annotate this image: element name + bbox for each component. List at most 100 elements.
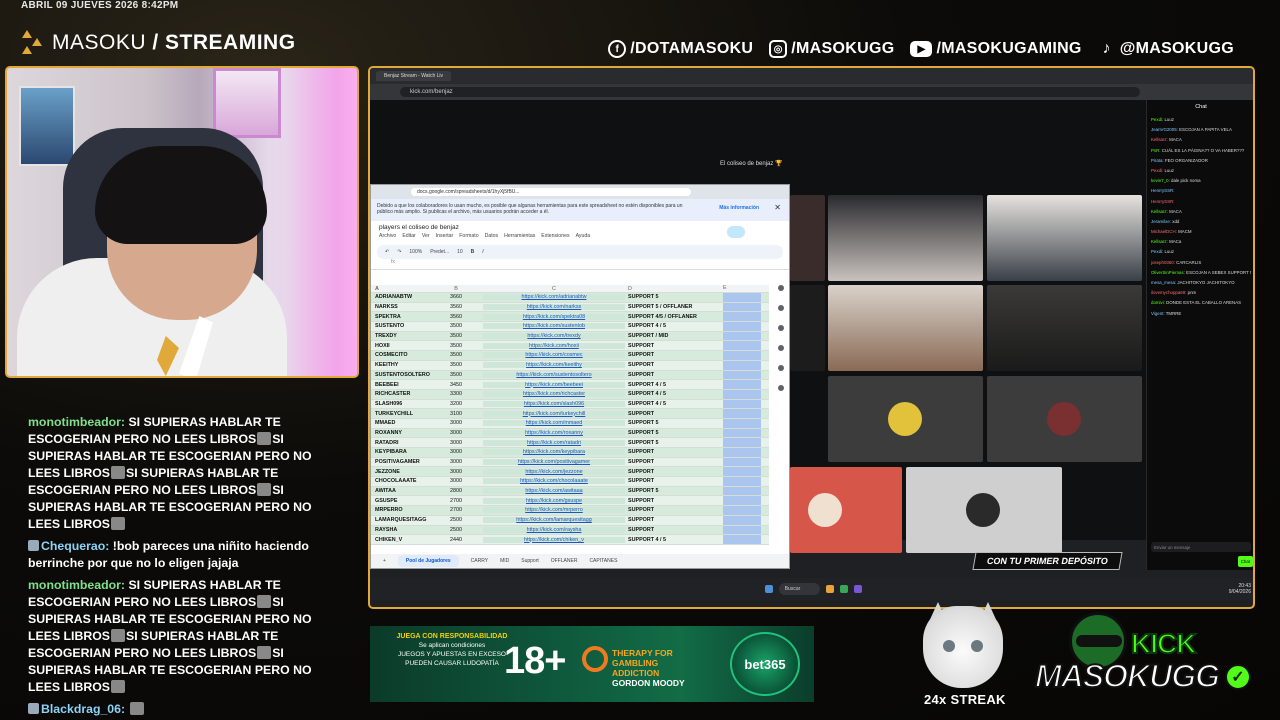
table-cell[interactable]: 3500	[429, 362, 483, 368]
calendar-icon[interactable]	[778, 285, 784, 291]
table-cell[interactable]: SUPPORT 4 / 5	[625, 391, 723, 397]
zoom-select[interactable]: 100%	[409, 249, 422, 255]
table-cell[interactable]	[723, 438, 761, 447]
keep-icon[interactable]	[778, 305, 784, 311]
table-cell[interactable]: SUPPORT 5	[625, 488, 723, 494]
table-cell[interactable]: SUPPORT	[625, 517, 723, 523]
table-cell[interactable]	[723, 312, 761, 322]
explorer-icon[interactable]	[826, 585, 835, 593]
table-cell[interactable]: 3000	[429, 478, 483, 484]
chrome-icon[interactable]	[840, 585, 849, 593]
table-cell[interactable]: POSITIVAGAMER	[371, 459, 429, 465]
table-cell[interactable]: SUPPORT	[625, 478, 723, 484]
table-cell[interactable]: 3000	[429, 459, 483, 465]
table-cell[interactable]: SUPPORT	[625, 507, 723, 513]
table-cell[interactable]: SUPPORT 4 / 5	[625, 382, 723, 388]
tab-support[interactable]: Support	[521, 558, 539, 564]
table-cell[interactable]	[723, 360, 761, 370]
taskbar-search[interactable]: Buscar	[778, 583, 821, 595]
table-cell[interactable]: SUPPORT 4/5 / OFFLANER	[625, 314, 723, 320]
add-icon[interactable]	[778, 385, 784, 391]
table-cell[interactable]: https://kick.com/mmaed	[483, 420, 625, 427]
table-cell[interactable]: 2800	[429, 488, 483, 494]
table-cell[interactable]	[723, 525, 761, 535]
table-cell[interactable]: https://kick.com/awitaaa	[483, 488, 625, 495]
table-cell[interactable]: 3500	[429, 343, 483, 349]
table-cell[interactable]: https://kick.com/spektra08	[483, 313, 625, 320]
contacts-icon[interactable]	[778, 345, 784, 351]
table-cell[interactable]: https://kick.com/turkeychill	[483, 410, 625, 417]
table-cell[interactable]: 3660	[429, 294, 483, 300]
table-cell[interactable]	[723, 380, 761, 389]
formula-bar[interactable]: fx	[371, 259, 789, 270]
table-cell[interactable]: https://kick.com/keeithy	[483, 362, 625, 369]
table-cell[interactable]: SUPPORT 5	[625, 294, 723, 300]
table-cell[interactable]: https://kick.com/sustentosoltero	[483, 371, 625, 378]
tab-mid[interactable]: MID	[500, 558, 509, 564]
table-cell[interactable]: SUPPORT 4 / 5	[625, 323, 723, 329]
close-icon[interactable]: ✕	[774, 203, 781, 212]
table-cell[interactable]	[723, 370, 761, 380]
table-cell[interactable]: GSUSPE	[371, 498, 429, 504]
table-cell[interactable]: 3300	[429, 391, 483, 397]
table-cell[interactable]: https://kick.com/gsuspe	[483, 497, 625, 504]
table-cell[interactable]: AWITAA	[371, 488, 429, 494]
table-cell[interactable]: SUPPORT	[625, 459, 723, 465]
table-cell[interactable]: CHOCOLAAATE	[371, 478, 429, 484]
table-cell[interactable]: SUPPORT 4 / 5	[625, 537, 723, 543]
table-cell[interactable]	[723, 341, 761, 351]
table-cell[interactable]: SUPPORT / MID	[625, 333, 723, 339]
table-cell[interactable]: 3500	[429, 333, 483, 339]
table-cell[interactable]: SUPPORT	[625, 469, 723, 475]
table-cell[interactable]: RAYSHA	[371, 527, 429, 533]
browser-tab[interactable]: Benjaz Stream - Watch Liv	[376, 71, 452, 81]
table-cell[interactable]: https://kick.com/positivagamer	[483, 459, 625, 466]
table-cell[interactable]: SUSTENTO	[371, 323, 429, 329]
table-cell[interactable]: RATADRI	[371, 440, 429, 446]
table-cell[interactable]: 3560	[429, 304, 483, 310]
table-cell[interactable]: SUPPORT 4 / 5	[625, 401, 723, 407]
table-cell[interactable]: https://kick.com/jezzone	[483, 468, 625, 475]
bold-icon[interactable]: B	[471, 249, 475, 255]
menu-format[interactable]: Formato	[459, 233, 478, 239]
table-cell[interactable]: BEEBEEI	[371, 382, 429, 388]
table-cell[interactable]	[723, 389, 761, 399]
menu-file[interactable]: Archivo	[379, 233, 396, 239]
font-size-input[interactable]: 10	[457, 249, 463, 255]
sheet-title[interactable]: players el coliseo de benjaz	[379, 224, 781, 231]
table-cell[interactable]	[723, 351, 761, 360]
undo-icon[interactable]: ↶	[385, 249, 389, 255]
menu-tools[interactable]: Herramientas	[504, 233, 535, 239]
table-cell[interactable]: https://kick.com/raysha	[483, 526, 625, 533]
table-cell[interactable]	[723, 467, 761, 477]
table-cell[interactable]: https://kick.com/roxanny	[483, 429, 625, 436]
sheet-url[interactable]: docs.google.com/spreadsheets/d/1hyXj5fBU…	[411, 188, 691, 196]
table-cell[interactable]: HOXII	[371, 343, 429, 349]
table-cell[interactable]: SUPPORT 5 / OFFLANER	[625, 304, 723, 310]
table-cell[interactable]: 3500	[429, 352, 483, 358]
table-cell[interactable]	[723, 515, 761, 525]
table-cell[interactable]	[723, 535, 761, 544]
table-cell[interactable]: https://kick.com/narkss	[483, 304, 625, 311]
table-cell[interactable]: JEZZONE	[371, 469, 429, 475]
table-cell[interactable]: SUPPORT	[625, 362, 723, 368]
table-cell[interactable]: TURKEYCHILL	[371, 411, 429, 417]
table-cell[interactable]: https://kick.com/mrperro	[483, 507, 625, 514]
table-cell[interactable]: ADRIANABTW	[371, 294, 429, 300]
table-cell[interactable]	[723, 496, 761, 506]
table-cell[interactable]: https://kick.com/hoxii	[483, 342, 625, 349]
table-cell[interactable]: 3000	[429, 430, 483, 436]
table-cell[interactable]: NARKSS	[371, 304, 429, 310]
table-cell[interactable]: 3200	[429, 401, 483, 407]
table-cell[interactable]: https://kick.com/keypibara	[483, 449, 625, 456]
table-cell[interactable]: SUPPORT 5	[625, 430, 723, 436]
discord-icon[interactable]	[854, 585, 863, 593]
table-cell[interactable]: TREXDY	[371, 333, 429, 339]
table-cell[interactable]: MMAED	[371, 420, 429, 426]
table-cell[interactable]: SUPPORT	[625, 498, 723, 504]
deposit-banner[interactable]: CON TU PRIMER DEPÓSITO	[972, 552, 1123, 570]
table-cell[interactable]: 2700	[429, 498, 483, 504]
table-cell[interactable]: RICHCASTER	[371, 391, 429, 397]
table-cell[interactable]	[723, 428, 761, 438]
table-cell[interactable]: SLASH096	[371, 401, 429, 407]
